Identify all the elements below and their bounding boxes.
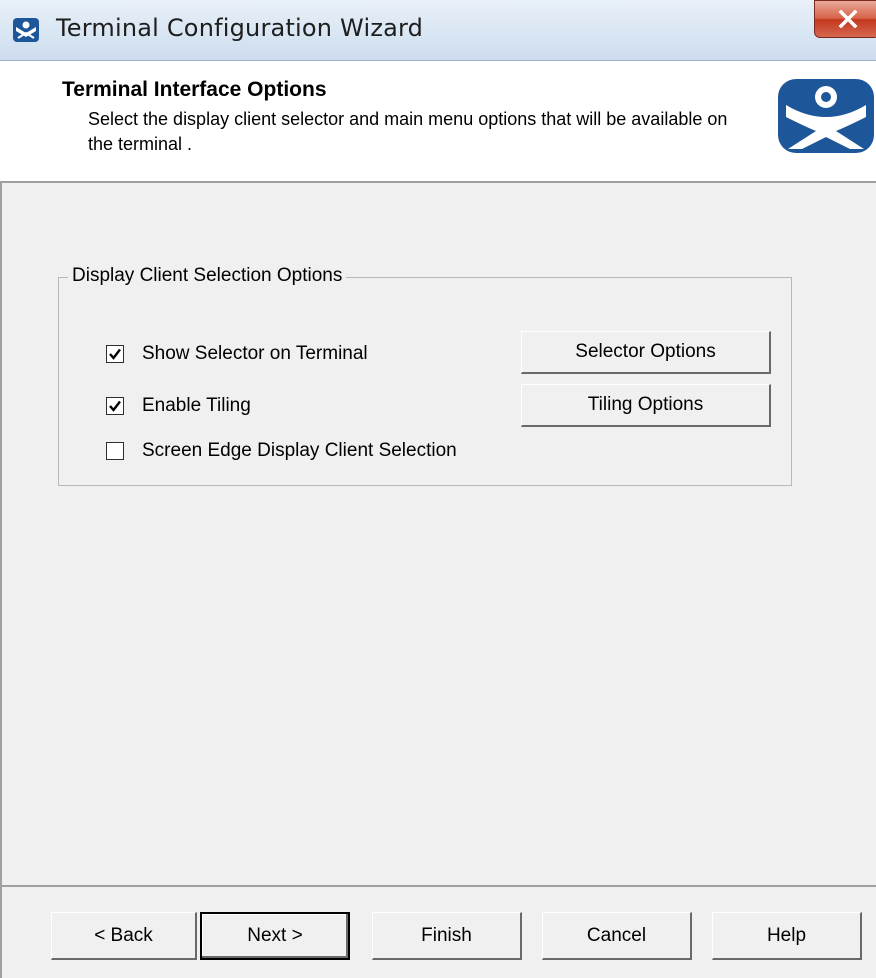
checkmark-icon bbox=[109, 348, 121, 360]
page-description: Select the display client selector and m… bbox=[88, 109, 728, 154]
wizard-window: Terminal Configuration Wizard Terminal I… bbox=[0, 0, 876, 978]
finish-button[interactable]: Finish bbox=[372, 912, 522, 960]
wizard-header: Terminal Interface Options Select the di… bbox=[0, 61, 876, 183]
footer-divider bbox=[0, 885, 876, 887]
checkbox-box[interactable] bbox=[106, 442, 124, 460]
checkbox-label: Enable Tiling bbox=[142, 395, 251, 416]
help-button[interactable]: Help bbox=[712, 912, 862, 960]
window-left-edge bbox=[0, 182, 2, 978]
group-title: Display Client Selection Options bbox=[68, 265, 347, 287]
close-button[interactable] bbox=[814, 0, 876, 38]
thinmanager-icon bbox=[13, 18, 39, 42]
window-title: Terminal Configuration Wizard bbox=[56, 14, 424, 42]
tiling-options-button[interactable]: Tiling Options bbox=[521, 384, 771, 427]
checkbox-label: Screen Edge Display Client Selection bbox=[142, 440, 457, 461]
cancel-button[interactable]: Cancel bbox=[542, 912, 692, 960]
checkmark-icon bbox=[109, 400, 121, 412]
next-button[interactable]: Next > bbox=[200, 912, 350, 960]
thinmanager-logo-icon bbox=[778, 79, 874, 153]
checkbox-box[interactable] bbox=[106, 397, 124, 415]
selector-options-button[interactable]: Selector Options bbox=[521, 331, 771, 374]
back-button[interactable]: < Back bbox=[51, 912, 197, 960]
page-title: Terminal Interface Options bbox=[62, 78, 327, 101]
checkbox-label: Show Selector on Terminal bbox=[142, 343, 368, 364]
close-icon bbox=[838, 10, 858, 28]
title-bar[interactable]: Terminal Configuration Wizard bbox=[0, 0, 876, 61]
checkbox-box[interactable] bbox=[106, 345, 124, 363]
